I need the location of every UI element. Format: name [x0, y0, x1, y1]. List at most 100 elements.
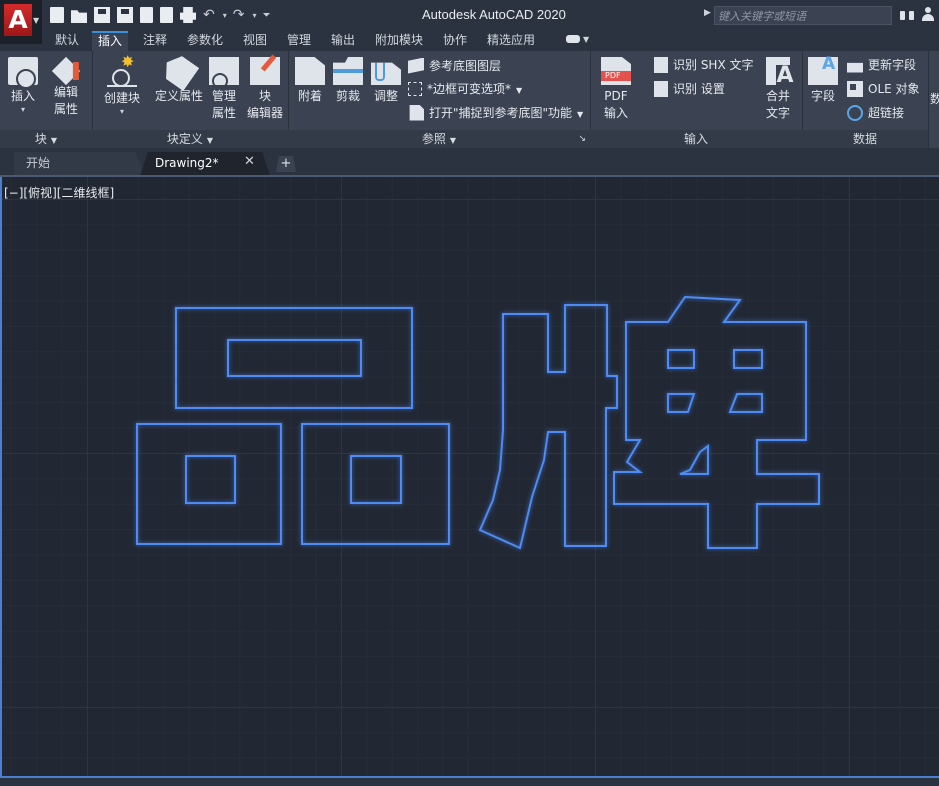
frames-vary-dropdown[interactable]: *边框可变选项* ▼ — [408, 79, 522, 99]
chevron-down-icon: ▼ — [33, 16, 40, 25]
tab-featured-apps[interactable]: 精选应用 — [481, 31, 541, 51]
chevron-down-icon: ▼ — [577, 110, 584, 119]
panel-title-import[interactable]: 输入 — [590, 130, 802, 148]
ribbon-tab-bar: 默认 插入 注释 参数化 视图 管理 输出 附加模块 协作 精选应用 — [0, 31, 939, 51]
undo-dropdown-icon[interactable]: ▾ — [223, 11, 227, 20]
adjust-icon — [371, 62, 401, 85]
underlay-layers-button[interactable]: 参考底图图层 — [408, 56, 501, 76]
field-icon — [808, 54, 838, 85]
panel-title-reference[interactable]: 参照 ▼ ↘ — [288, 130, 590, 148]
recognize-shx-text-button[interactable]: 识别 SHX 文字 — [654, 55, 754, 75]
file-tab-start[interactable]: 开始 — [14, 152, 146, 176]
block-editor-icon — [250, 57, 280, 85]
attribute-tag-icon — [159, 51, 200, 91]
open-folder-icon[interactable] — [71, 10, 87, 23]
hyperlink-button[interactable]: 超链接 — [847, 103, 904, 123]
save-icon[interactable] — [94, 7, 110, 23]
combine-text-icon — [766, 57, 794, 87]
clip-icon — [333, 57, 363, 85]
application-menu-button[interactable]: A ▼ — [0, 0, 42, 44]
next-panel-partial[interactable]: 数 — [930, 91, 939, 108]
print-icon[interactable] — [180, 7, 196, 23]
binoculars-icon[interactable] — [900, 8, 914, 21]
ribbon-minimize-icon[interactable] — [566, 35, 580, 43]
update-fields-button[interactable]: 更新字段 — [847, 55, 916, 75]
status-strip — [0, 778, 939, 786]
chevron-down-icon: ▼ — [206, 136, 214, 145]
snap-to-underlays-dropdown[interactable]: 打开"捕捉到参考底图"功能 ▼ — [408, 103, 583, 123]
tab-annotate[interactable]: 注释 — [137, 31, 173, 51]
autocad-logo-icon: A — [4, 4, 32, 36]
panel-block: 插入 ▾ 编辑 属性 块 ▼ — [0, 51, 93, 148]
file-tab-bar: 开始 Drawing2* — [0, 148, 939, 176]
drawing-canvas[interactable] — [0, 177, 939, 782]
insert-block-icon — [8, 57, 38, 89]
frame-icon — [408, 81, 422, 96]
tab-insert[interactable]: 插入 — [92, 31, 129, 51]
attach-button[interactable]: 附着 — [292, 57, 328, 105]
edit-attributes-button[interactable]: 编辑 属性 — [46, 56, 86, 118]
pdf-icon — [601, 57, 631, 85]
recognize-settings-button[interactable]: 识别 设置 — [654, 79, 725, 99]
undo-icon[interactable]: ↶ — [203, 7, 215, 23]
redo-icon[interactable]: ↷ — [233, 7, 245, 23]
manage-attributes-button[interactable]: 管理 属性 — [206, 57, 242, 122]
panel-reference: 附着 剪裁 调整 参考底图图层 *边框可变选项* ▼ 打开"捕捉到参考底图"功能 ▼… — [288, 51, 591, 148]
tab-view[interactable]: 视图 — [237, 31, 273, 51]
dialog-launcher-icon[interactable]: ↘ — [578, 130, 586, 148]
panel-data: 字段 更新字段 OLE 对象 超链接 数据 — [802, 51, 929, 148]
search-input[interactable]: 键入关键字或短语 — [714, 6, 892, 25]
underlay-layers-icon — [408, 57, 424, 74]
window-title: Autodesk AutoCAD 2020 — [422, 7, 566, 22]
user-icon[interactable] — [922, 7, 934, 21]
tab-default[interactable]: 默认 — [49, 31, 85, 51]
web-mobile-open-icon[interactable] — [140, 7, 153, 23]
new-tab-button[interactable]: + — [276, 156, 296, 172]
manage-attributes-icon — [209, 57, 239, 89]
create-block-button[interactable]: 创建块 ▾ — [100, 53, 144, 116]
ole-object-button[interactable]: OLE 对象 — [847, 79, 920, 99]
tab-addins[interactable]: 附加模块 — [369, 31, 429, 51]
attach-icon — [295, 57, 325, 85]
pdf-recognize-icon — [654, 56, 668, 73]
customize-toolbar-icon[interactable]: ⏷ — [263, 10, 271, 21]
chevron-down-icon: ▼ — [50, 136, 58, 145]
panel-title-data[interactable]: 数据 — [802, 130, 928, 148]
redo-dropdown-icon[interactable]: ▾ — [252, 11, 256, 20]
globe-link-icon — [847, 104, 863, 121]
chevron-down-icon: ▼ — [516, 86, 523, 95]
quick-access-toolbar: ↶ ▾ ↷ ▾ ⏷ — [50, 6, 279, 24]
field-button[interactable]: 字段 — [806, 54, 840, 105]
chevron-down-icon: ▾ — [20, 105, 25, 114]
chevron-down-icon: ▼ — [449, 136, 457, 145]
web-mobile-save-icon[interactable] — [160, 7, 173, 23]
chevron-down-icon[interactable]: ▼ — [583, 35, 589, 44]
close-icon[interactable]: ✕ — [244, 154, 255, 169]
clip-button[interactable]: 剪裁 — [331, 57, 365, 105]
panel-block-definition: 创建块 ▾ 定义属性 管理 属性 块 编辑器 块定义▼ — [92, 51, 289, 148]
snap-icon — [409, 104, 424, 121]
tab-manage[interactable]: 管理 — [281, 31, 317, 51]
panel-title-block-definition[interactable]: 块定义 ▼ — [92, 130, 288, 148]
define-attributes-button[interactable]: 定义属性 — [152, 57, 206, 105]
panel-title-block[interactable]: 块 ▼ — [0, 130, 92, 148]
create-block-icon — [107, 53, 137, 87]
update-fields-icon — [847, 62, 863, 73]
ole-object-icon — [847, 80, 863, 97]
combine-text-button[interactable]: 合并 文字 — [760, 57, 796, 122]
insert-button[interactable]: 插入 ▾ — [4, 57, 42, 114]
save-as-icon[interactable] — [117, 7, 133, 23]
adjust-button[interactable]: 调整 — [369, 57, 403, 105]
tab-collaborate[interactable]: 协作 — [437, 31, 473, 51]
ribbon: 插入 ▾ 编辑 属性 块▼ 创建块 ▾ 定义属性 管理 属性 块 — [0, 51, 939, 148]
new-file-icon[interactable] — [50, 7, 64, 23]
block-editor-button[interactable]: 块 编辑器 — [244, 57, 286, 122]
pdf-settings-icon — [654, 80, 668, 97]
search-expand-icon[interactable]: ▶ — [704, 8, 711, 18]
tab-parametric[interactable]: 参数化 — [181, 31, 229, 51]
tab-output[interactable]: 输出 — [325, 31, 361, 51]
viewport-controls[interactable]: [−][俯视][二维线框] — [4, 184, 114, 201]
pdf-import-button[interactable]: PDF 输入 — [596, 57, 636, 122]
panel-import: PDF 输入 识别 SHX 文字 识别 设置 合并 文字 输入 — [590, 51, 803, 148]
edit-attribute-icon — [51, 56, 81, 86]
